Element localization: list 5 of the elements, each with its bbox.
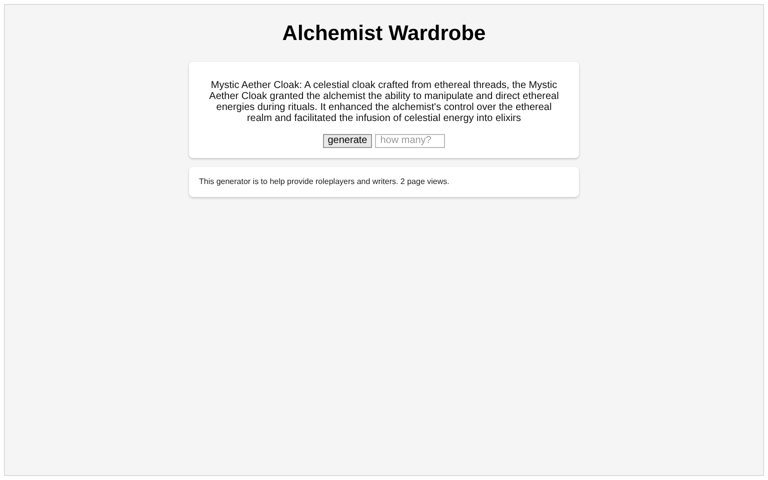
count-field[interactable]: how many? <box>375 134 446 148</box>
generate-button[interactable]: generate <box>322 134 372 148</box>
footer-text: This generator is to help provide roleplayers and writers. 2 page views. <box>199 176 450 186</box>
page-title: Alchemist Wardrobe <box>282 21 486 47</box>
result-text: Mystic Aether Cloak: A celestial cloak crafted from ethereal threads, the Mystic Aether Cloak granted the alchemist the ability to manipulate and direct ethereal energies during rituals. It enhanced the alchemist's control over the ethereal realm and facilitated the infusion of celestial energy into elixirs <box>208 80 560 124</box>
